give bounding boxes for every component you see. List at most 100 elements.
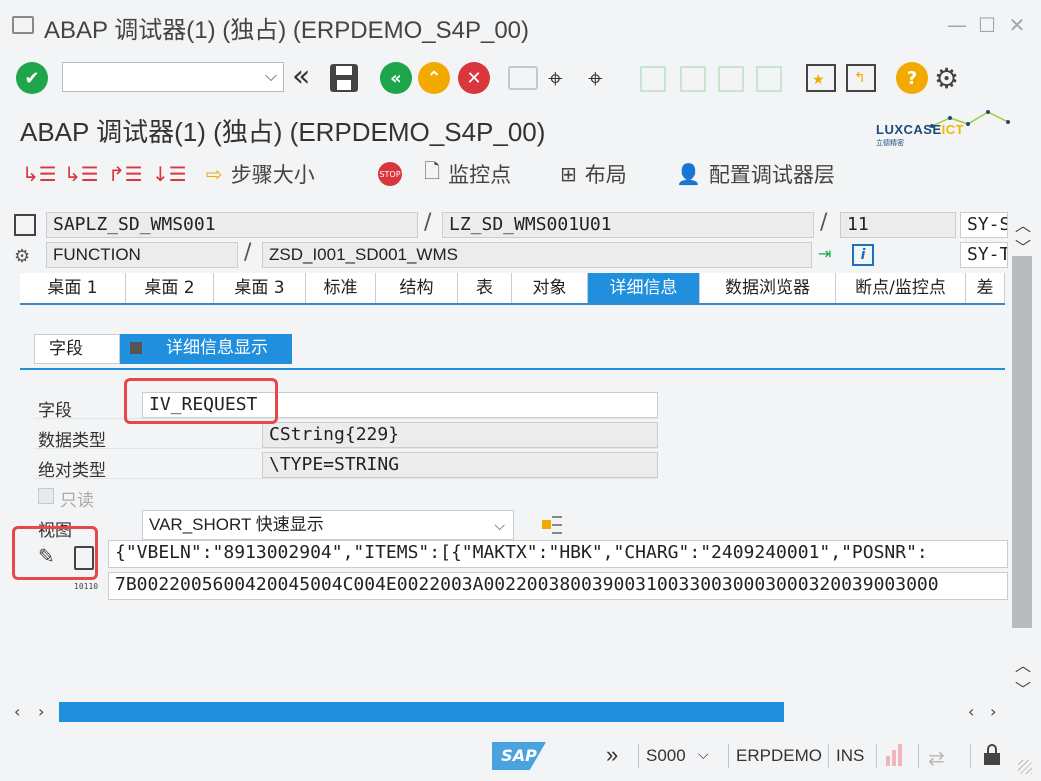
hierarchy-icon[interactable]	[542, 514, 566, 536]
line-field[interactable]: 11	[840, 212, 956, 238]
horizontal-scrollbar[interactable]: ‹ › ‹ ›	[10, 700, 1010, 724]
command-field[interactable]: ⌵	[62, 62, 284, 92]
separator: /	[424, 210, 432, 235]
sy-field-1[interactable]: SY-S	[960, 212, 1008, 238]
resize-grip-icon[interactable]	[1018, 760, 1032, 774]
find-icon[interactable]: ⌖	[548, 64, 563, 95]
window-title: ABAP 调试器(1) (独占) (ERPDEMO_S4P_00)	[44, 17, 530, 44]
scroll-up-icon[interactable]: ︿	[1010, 652, 1036, 676]
status-divider	[876, 744, 877, 768]
help-icon[interactable]: ?	[896, 62, 928, 94]
scroll-left-icon[interactable]: ‹	[14, 702, 20, 721]
abstype-value: \TYPE=STRING	[262, 452, 658, 478]
layout-icon: ⊞	[560, 162, 577, 186]
tab-structure[interactable]: 结构	[376, 273, 458, 303]
scroll-right-icon[interactable]: ›	[38, 702, 44, 721]
function-field[interactable]: ZSD_I001_SD001_WMS	[262, 242, 812, 268]
save-icon[interactable]	[330, 64, 358, 92]
tab-desktop-1[interactable]: 桌面 1	[20, 273, 126, 303]
jump-icon[interactable]: ⇥	[818, 244, 840, 266]
square-icon	[130, 342, 142, 354]
chevron-down-icon[interactable]: ⌵	[265, 66, 277, 86]
expand-status-icon[interactable]: »	[606, 742, 618, 768]
company-logo: LUXCASEICT 立德精密	[872, 104, 1012, 148]
back-icon[interactable]: «	[380, 62, 412, 94]
scroll-up-icon[interactable]: ︿	[1010, 212, 1036, 236]
print-icon	[508, 66, 538, 90]
subtab-detail-display[interactable]: 详细信息显示	[120, 334, 292, 364]
tab-breakpoints[interactable]: 断点/监控点	[836, 273, 966, 303]
view-select[interactable]: VAR_SHORT 快速显示 ⌵	[142, 510, 514, 540]
annotation-highlight-field	[124, 378, 278, 424]
return-icon[interactable]: ↱☰	[108, 158, 143, 190]
scroll-left-icon[interactable]: ‹	[968, 702, 974, 721]
status-divider	[828, 744, 829, 768]
step-size-icon: ⇨	[206, 162, 223, 186]
step-size-label: 步骤大小	[230, 163, 315, 187]
vertical-scroll-thumb[interactable]	[1012, 256, 1032, 628]
layout-label: 布局	[584, 163, 627, 187]
system-id: S000	[646, 746, 686, 765]
tab-desktop-2[interactable]: 桌面 2	[126, 273, 214, 303]
create-session-icon[interactable]: ★	[806, 64, 836, 92]
tab-diff[interactable]: 差	[966, 273, 1005, 303]
collapse-toolbar-icon[interactable]: «	[292, 62, 310, 92]
type-field[interactable]: FUNCTION	[46, 242, 238, 268]
stop-button[interactable]: STOP	[378, 158, 410, 190]
lock-icon	[984, 744, 1000, 766]
person-config-icon: 👤	[676, 162, 701, 186]
abstype-label: 绝对类型	[38, 461, 106, 481]
include-field[interactable]: LZ_SD_WMS001U01	[442, 212, 814, 238]
value-hex-field[interactable]: 7B0022005600420045004C004E0022003A002200…	[108, 572, 1008, 600]
value-text-field[interactable]: {"VBELN":"8913002904","ITEMS":[{"MAKTX":…	[108, 540, 1008, 568]
stop-icon: STOP	[378, 162, 402, 186]
maximize-button[interactable]: ☐	[976, 14, 998, 36]
logo-subtitle: 立德精密	[876, 139, 904, 147]
shortcut-icon[interactable]: ↰	[846, 64, 876, 92]
step-into-icon[interactable]: ↳☰	[22, 158, 57, 190]
sy-field-2[interactable]: SY-T	[960, 242, 1008, 268]
watchpoint-label: 监控点	[448, 163, 512, 187]
tab-standard[interactable]: 标准	[306, 273, 376, 303]
watchpoint-button[interactable]: 🗋 监控点	[424, 158, 511, 190]
find-next-icon[interactable]: ⌖	[588, 64, 603, 95]
gear-icon[interactable]: ⚙	[934, 62, 959, 95]
transfer-icon: ⇄	[928, 748, 945, 770]
config-layer-button[interactable]: 👤 配置调试器层	[676, 158, 835, 190]
info-icon[interactable]: i	[852, 244, 874, 266]
gear-icon: ⚙	[14, 246, 31, 267]
main-tabs: 桌面 1 桌面 2 桌面 3 标准 结构 表 对象 详细信息 数据浏览器 断点/…	[20, 273, 1005, 305]
scroll-right-icon[interactable]: ›	[990, 702, 996, 721]
tab-object[interactable]: 对象	[512, 273, 588, 303]
chevron-down-icon[interactable]: ⌵	[494, 511, 505, 539]
step-over-icon[interactable]: ↳☰	[64, 158, 99, 190]
enter-check-icon[interactable]: ✔	[16, 62, 48, 94]
cancel-icon[interactable]: ✕	[458, 62, 490, 94]
status-divider	[970, 744, 971, 768]
close-button[interactable]: ✕	[1006, 14, 1028, 36]
tab-details[interactable]: 详细信息	[588, 273, 700, 303]
minimize-button[interactable]: —	[946, 14, 968, 36]
scroll-down-icon[interactable]: ﹀	[1010, 234, 1036, 258]
layout-button[interactable]: ⊞ 布局	[560, 158, 627, 190]
view-select-value: VAR_SHORT 快速显示	[149, 515, 324, 534]
vertical-scrollbar[interactable]: ︿ ﹀ ︿ ﹀	[1010, 208, 1036, 700]
chevron-down-icon[interactable]: ⌵	[698, 746, 709, 763]
tab-table[interactable]: 表	[458, 273, 512, 303]
scroll-down-icon[interactable]: ﹀	[1010, 676, 1036, 700]
continue-icon[interactable]: ↓☰	[152, 158, 187, 190]
step-size-button[interactable]: ⇨ 步骤大小	[206, 158, 315, 190]
input-mode[interactable]: INS	[836, 746, 864, 766]
status-divider	[728, 744, 729, 768]
page-title: ABAP 调试器(1) (独占) (ERPDEMO_S4P_00)	[20, 117, 546, 147]
program-field[interactable]: SAPLZ_SD_WMS001	[46, 212, 418, 238]
datatype-value: CString{229}	[262, 422, 658, 448]
horizontal-scroll-thumb[interactable]	[59, 702, 784, 722]
tab-desktop-3[interactable]: 桌面 3	[214, 273, 306, 303]
separator: /	[820, 210, 828, 235]
subtab-field[interactable]: 字段	[34, 334, 120, 364]
status-divider	[638, 744, 639, 768]
exit-icon[interactable]: ⌃	[418, 62, 450, 94]
tab-data-browser[interactable]: 数据浏览器	[700, 273, 836, 303]
hex-view-icon[interactable]: 10110	[74, 582, 98, 591]
